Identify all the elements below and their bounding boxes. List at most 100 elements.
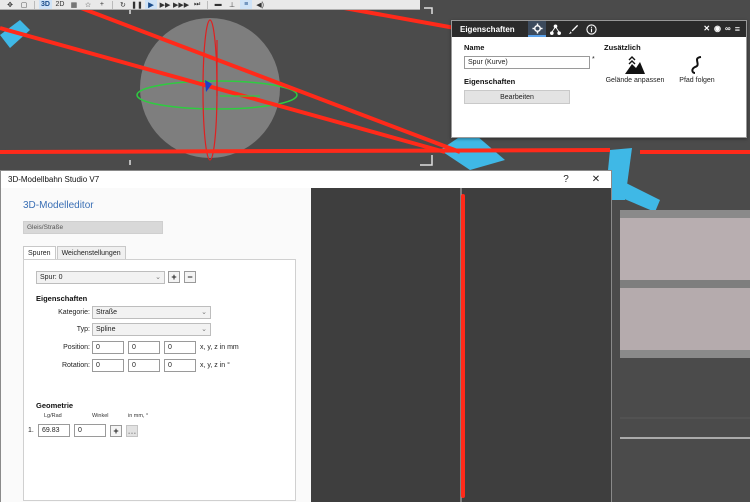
window-titlebar[interactable]: 3D-Modellbahn Studio V7 ? ✕	[1, 171, 611, 188]
category-field: Gleis/Straße	[23, 221, 163, 234]
col-winkel: Winkel	[92, 413, 109, 419]
window-title: 3D-Modellbahn Studio V7	[8, 175, 100, 184]
cobble-road-2	[620, 288, 750, 350]
properties-panel: Eigenschaften ✕ ◉ ∞ ≡ Name Spur (Kurve) …	[451, 20, 747, 138]
path-icon	[691, 56, 702, 74]
row-index: 1.	[28, 427, 34, 434]
col-unit: in mm, °	[128, 413, 149, 419]
toolbar-divider	[207, 0, 209, 9]
tab-panel-spuren: Spur: 0 ⌄ + − Eigenschaften Kategorie: S…	[23, 259, 296, 501]
kategorie-label: Kategorie:	[58, 309, 90, 316]
kategorie-value: Straße	[96, 309, 118, 316]
track-select[interactable]: Spur: 0 ⌄	[36, 271, 165, 284]
rotation-y-input[interactable]: 0	[128, 359, 160, 372]
curb	[620, 210, 750, 218]
tab-paint[interactable]	[564, 21, 582, 37]
pause-icon[interactable]: ❚❚	[131, 0, 143, 9]
grid-icon[interactable]: ▦	[68, 0, 80, 9]
link-icon[interactable]: ∞	[725, 24, 731, 34]
rotation-x-input[interactable]: 0	[92, 359, 124, 372]
typ-label: Typ:	[76, 326, 90, 333]
close-button[interactable]: ✕	[581, 174, 611, 185]
eye-icon[interactable]: ◉	[714, 24, 721, 34]
cyan-edge-right2	[615, 180, 660, 212]
move-icon[interactable]: ✥	[4, 0, 16, 9]
length-radius-input[interactable]: 69.83	[38, 424, 70, 437]
layer-icon[interactable]: ▬	[212, 0, 224, 9]
preview-graphics	[460, 188, 465, 502]
tab-info[interactable]	[582, 21, 600, 37]
rotate-icon[interactable]: ↻	[117, 0, 129, 9]
editor-tabs: Spuren Weichenstellungen	[23, 246, 127, 259]
window-content: 3D-Modelleditor Gleis/Straße Spuren Weic…	[1, 188, 611, 502]
cobble-road-1	[620, 218, 750, 280]
follow-path-button[interactable]: Pfad folgen	[676, 55, 718, 84]
rotation-z-input[interactable]: 0	[164, 359, 196, 372]
terrain-adjust-button[interactable]: Gelände anpassen	[604, 55, 666, 84]
align-icon[interactable]: ⊥	[226, 0, 238, 9]
add-track-button[interactable]: +	[168, 271, 180, 283]
position-label: Position:	[63, 344, 90, 351]
name-modified-marker: *	[592, 56, 595, 63]
select-icon[interactable]: ▢	[18, 0, 30, 9]
position-unit: x, y, z in mm	[200, 344, 239, 351]
sound-icon[interactable]: ◀)	[254, 0, 266, 9]
editor-form-pane: 3D-Modelleditor Gleis/Straße Spuren Weic…	[1, 188, 311, 502]
model-preview-pane[interactable]	[311, 188, 611, 502]
angle-input[interactable]: 0	[74, 424, 106, 437]
gear-icon	[531, 22, 543, 34]
help-button[interactable]: ?	[551, 174, 581, 185]
position-x-input[interactable]: 0	[92, 341, 124, 354]
curb	[620, 350, 750, 358]
skip-icon[interactable]: ⏭	[191, 0, 203, 9]
edit-button[interactable]: Bearbeiten	[464, 90, 570, 104]
panel-actions: ✕ ◉ ∞ ≡	[703, 24, 746, 34]
remove-track-button[interactable]: −	[184, 271, 196, 283]
main-toolbar: ✥ ▢ 3D 2D ▦ ☆ + ↻ ❚❚ ▶ ▶▶ ▶▶▶ ⏭ ▬ ⊥ ≡ ◀)	[0, 0, 420, 10]
hamburger-menu-icon[interactable]: ≡	[735, 24, 740, 34]
info-icon	[585, 23, 597, 35]
position-y-input[interactable]: 0	[128, 341, 160, 354]
add-segment-button[interactable]: +	[110, 425, 122, 437]
pin-icon[interactable]: ✕	[703, 24, 710, 34]
chevron-down-icon: ⌄	[201, 326, 207, 333]
geometry-heading: Geometrie	[36, 401, 74, 410]
rotation-unit: x, y, z in °	[200, 362, 230, 369]
properties-header: Eigenschaften ✕ ◉ ∞ ≡	[452, 21, 746, 37]
typ-select[interactable]: Spline ⌄	[92, 323, 211, 336]
tab-weichenstellungen[interactable]: Weichenstellungen	[56, 246, 126, 259]
name-input[interactable]: Spur (Kurve)	[464, 56, 590, 69]
plus-icon[interactable]: +	[96, 0, 108, 9]
rotation-label: Rotation:	[61, 362, 90, 369]
fast-forward-icon[interactable]: ▶▶	[159, 0, 171, 9]
properties-body: Name Spur (Kurve) * Eigenschaften Bearbe…	[452, 37, 746, 137]
view-3d-button[interactable]: 3D	[39, 0, 52, 9]
properties-title: Eigenschaften	[460, 24, 515, 34]
kategorie-select[interactable]: Straße ⌄	[92, 306, 211, 319]
faster-icon[interactable]: ▶▶▶	[173, 0, 189, 9]
position-z-input[interactable]: 0	[164, 341, 196, 354]
tab-settings[interactable]	[528, 21, 546, 37]
path-label: Pfad folgen	[679, 77, 715, 84]
toolbar-divider	[111, 0, 113, 9]
editor-title: 3D-Modelleditor	[23, 200, 94, 211]
curb	[620, 280, 750, 288]
tab-spuren[interactable]: Spuren	[23, 246, 56, 259]
play-icon[interactable]: ▶	[144, 0, 157, 9]
view-2d-button[interactable]: 2D	[54, 0, 66, 9]
star-icon[interactable]: ☆	[82, 0, 94, 9]
terrain-label: Gelände anpassen	[605, 77, 665, 84]
more-segment-button[interactable]: …	[126, 425, 138, 437]
editor-window: 3D-Modellbahn Studio V7 ? ✕ 3D-Modelledi…	[0, 170, 612, 502]
toolbar-divider	[34, 0, 35, 9]
menu-icon[interactable]: ≡	[240, 0, 253, 9]
typ-value: Spline	[96, 326, 116, 333]
hierarchy-icon	[549, 23, 561, 35]
tab-hierarchy[interactable]	[546, 21, 564, 37]
properties-label: Eigenschaften	[464, 77, 516, 86]
name-label: Name	[464, 43, 485, 52]
track-select-value: Spur: 0	[40, 274, 63, 281]
brush-icon	[568, 24, 578, 34]
col-lg-rad: Lg/Rad	[44, 413, 62, 419]
chevron-down-icon: ⌄	[155, 274, 161, 281]
